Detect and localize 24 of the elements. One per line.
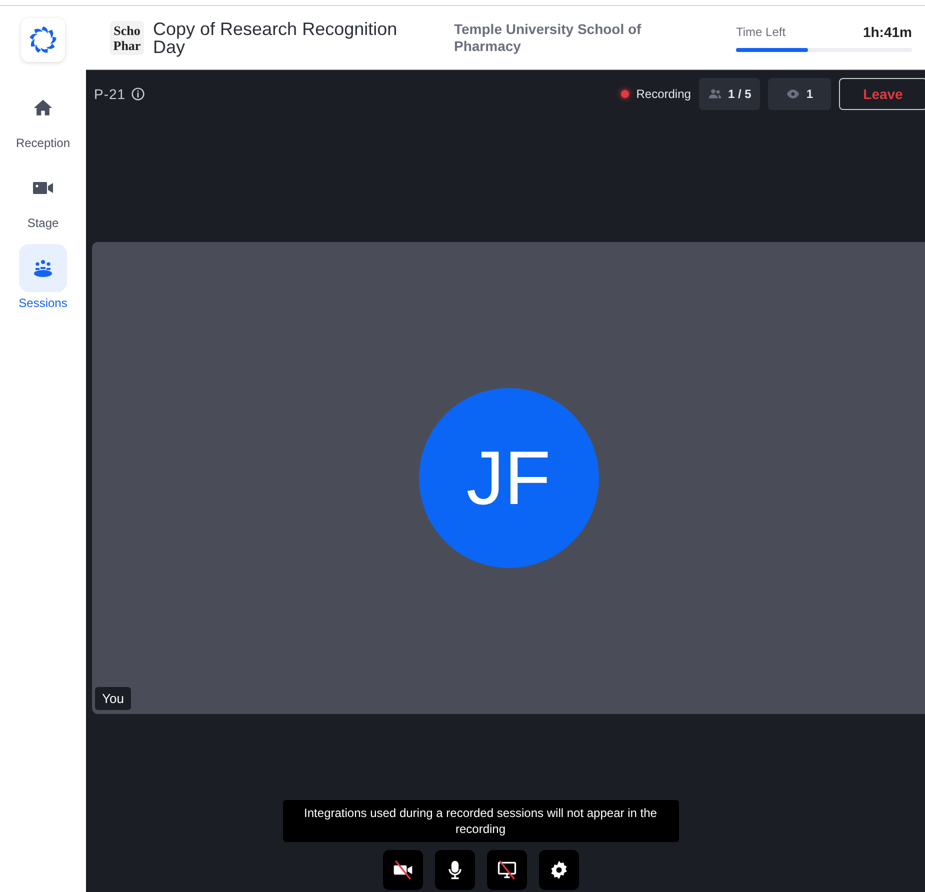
organizer-name: Temple University School of Pharmacy [454, 20, 642, 54]
monitor-icon [496, 859, 518, 881]
event-title: Copy of Research Recognition Day [153, 20, 398, 56]
attendee-count[interactable]: 1 / 5 [698, 78, 760, 110]
eye-icon [786, 86, 800, 100]
screen-button[interactable] [486, 850, 526, 890]
timer-label: Time Left [736, 24, 786, 38]
avatar: JF [418, 388, 598, 568]
viewer-count[interactable]: 1 [768, 78, 831, 110]
settings-button[interactable] [538, 850, 578, 890]
mic-button[interactable] [434, 850, 474, 890]
tooltip: Integrations used during a recorded sessions will not appear in the recording [282, 800, 678, 842]
leave-button[interactable]: Leave [839, 78, 925, 110]
room-name: P-21 [94, 86, 126, 102]
participant-name: You [95, 687, 131, 710]
recording-label: Recording [636, 86, 691, 100]
time-left: 1h:41m [862, 24, 912, 40]
organization-logo: Scho Phar [110, 20, 144, 54]
info-icon[interactable] [130, 86, 145, 100]
camera-button[interactable] [382, 850, 422, 890]
video-camera-icon [392, 859, 414, 881]
people-icon [708, 86, 722, 100]
sidebar-item[interactable]: Stage [19, 164, 67, 230]
sidebar-item[interactable]: Reception [16, 84, 70, 150]
